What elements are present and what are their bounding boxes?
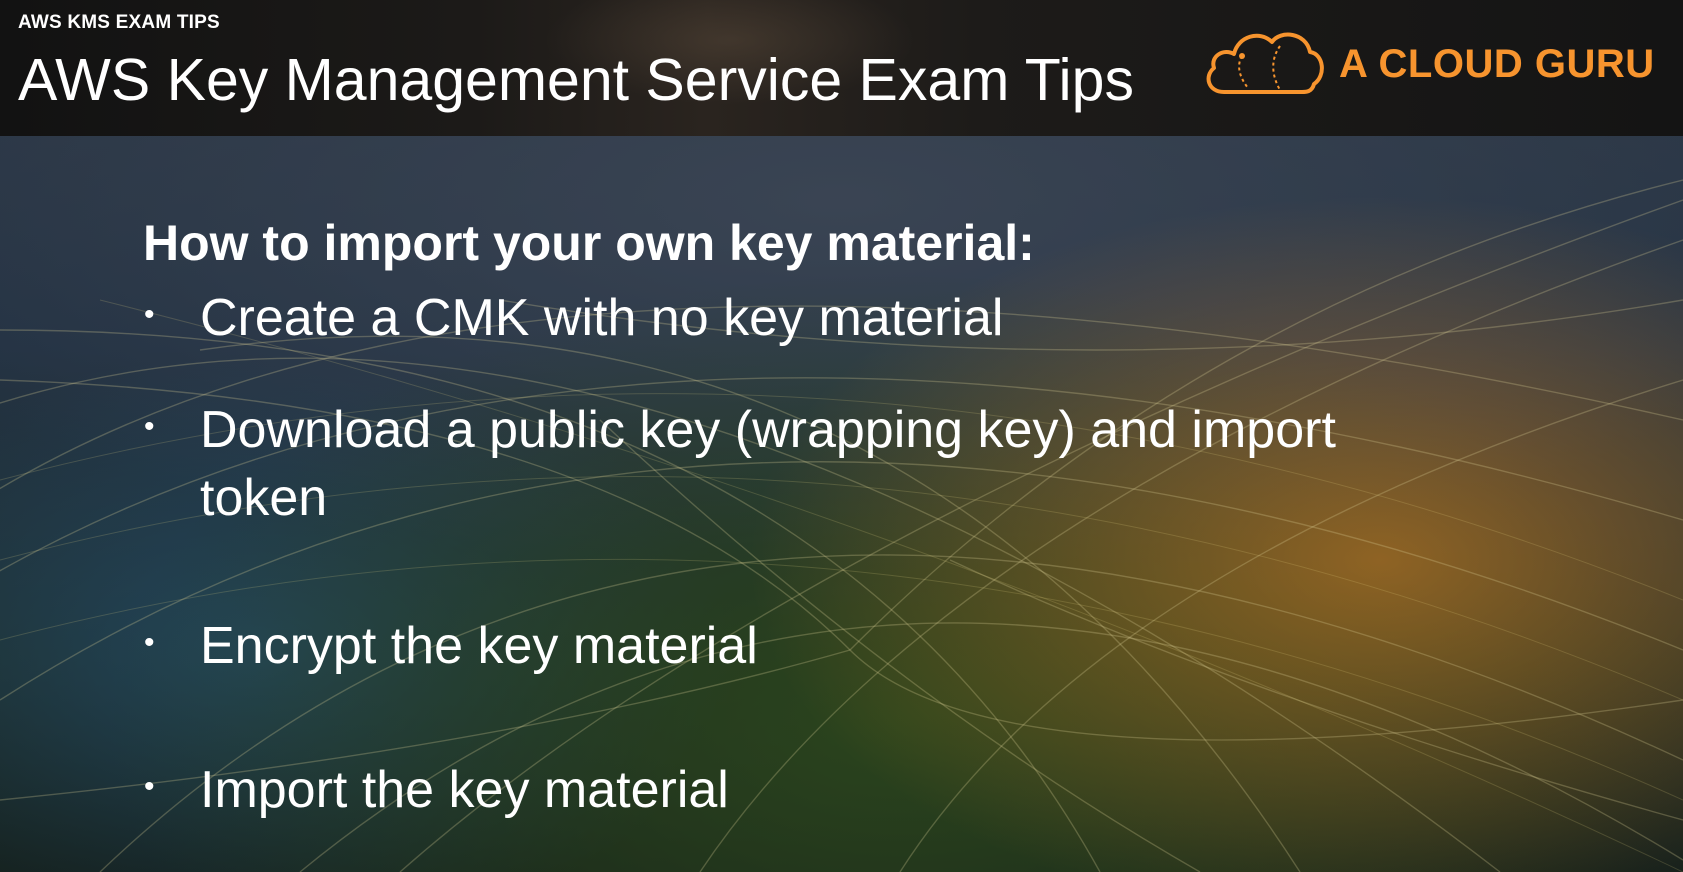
bullet-text: Import the key material [200, 761, 729, 819]
bullet-text: Download a public key (wrapping key) and… [200, 401, 1336, 527]
slide-heading: How to import your own key material: [143, 215, 1035, 271]
slide-content: How to import your own key material: • C… [0, 0, 1683, 872]
bullet-text: Encrypt the key material [200, 617, 758, 675]
bullet-marker: • [144, 626, 155, 659]
bullet-text: Create a CMK with no key material [200, 289, 1004, 347]
presentation-slide: AWS KMS EXAM TIPS AWS Key Management Ser… [0, 0, 1683, 872]
bullet-marker: • [144, 298, 155, 331]
bullet-marker: • [144, 410, 155, 443]
bullet-marker: • [144, 770, 155, 803]
